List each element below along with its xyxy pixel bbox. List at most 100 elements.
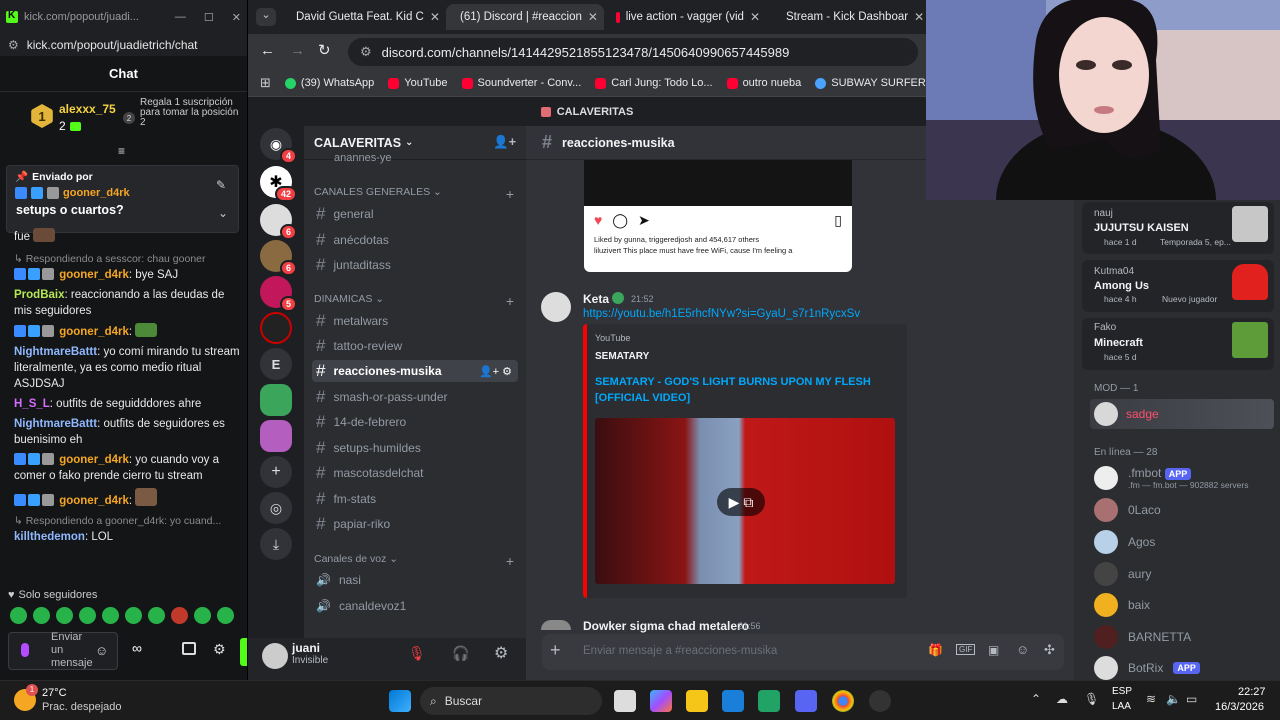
member-row[interactable]: .fmbot APP .fm — fm.bot — 902882 servers bbox=[1094, 466, 1274, 490]
address-bar[interactable]: ⚙ discord.com/channels/14144295218551234… bbox=[348, 38, 918, 66]
voice-channel-canaldevoz1[interactable]: 🔊 canaldevoz1 bbox=[312, 595, 518, 617]
pinned-message[interactable]: 📌 Enviado por gooner_d4rk setups o cuart… bbox=[6, 165, 239, 233]
mute-icon[interactable]: 🎙 bbox=[408, 645, 426, 662]
language-top[interactable]: ESP bbox=[1112, 686, 1132, 697]
channel-tattoo-review[interactable]: # tattoo-review bbox=[312, 335, 518, 357]
channel-juntaditass[interactable]: # juntaditass bbox=[312, 254, 518, 276]
bookmark-youtube[interactable]: YouTube bbox=[388, 77, 448, 89]
wifi-icon[interactable]: ≋ bbox=[1146, 692, 1156, 706]
minimize-icon[interactable]: — bbox=[175, 11, 186, 24]
channel-reacciones-musika[interactable]: # reacciones-musika 👤+ ⚙ bbox=[312, 360, 518, 382]
invite-icon[interactable]: 👤+ bbox=[493, 135, 516, 150]
emote-icon[interactable] bbox=[125, 607, 142, 624]
file-explorer-icon[interactable] bbox=[686, 690, 708, 712]
unpin-icon[interactable]: ✎ bbox=[216, 178, 226, 192]
avatar[interactable] bbox=[541, 620, 571, 630]
close-tab-icon[interactable]: ✕ bbox=[750, 10, 760, 24]
server-icon[interactable]: ✱ 42 bbox=[260, 166, 297, 202]
message-author[interactable]: Keta bbox=[583, 292, 609, 306]
server-icon[interactable]: 5 bbox=[260, 276, 297, 312]
activity-card[interactable]: Kutma04 Among Us hace 4 h Nuevo jugador bbox=[1082, 260, 1274, 312]
windows-start-icon[interactable] bbox=[389, 690, 411, 712]
user-settings-icon[interactable]: ⚙ bbox=[494, 643, 508, 663]
obs-icon[interactable] bbox=[869, 690, 891, 712]
back-icon[interactable]: ← bbox=[260, 42, 275, 59]
add-server-icon[interactable]: + bbox=[260, 456, 292, 488]
chrome-icon[interactable] bbox=[832, 690, 854, 712]
server-icon[interactable] bbox=[260, 420, 292, 452]
volume-icon[interactable]: 🔈 bbox=[1166, 692, 1181, 706]
tab-kick-dashboard[interactable]: Stream - Kick Dashboar ✕ bbox=[772, 4, 926, 30]
tray-app-icon[interactable]: ☁ bbox=[1056, 692, 1068, 706]
kick-url-bar[interactable]: ⚙ kick.com/popout/juadietrich/chat bbox=[0, 34, 247, 56]
server-icon[interactable]: 6 bbox=[260, 240, 297, 276]
category-general[interactable]: CANALES GENERALES ⌄ + bbox=[314, 186, 514, 202]
microphone-icon[interactable] bbox=[21, 643, 29, 657]
maximize-icon[interactable]: ☐ bbox=[204, 11, 214, 24]
channel-14-de-febrero[interactable]: #14-de-febrero bbox=[312, 411, 518, 433]
headphones-icon[interactable]: 🎧 bbox=[452, 645, 469, 662]
channel-general[interactable]: # general bbox=[312, 203, 518, 225]
battery-icon[interactable]: ▭ bbox=[1186, 692, 1197, 706]
play-icon[interactable]: ▶ ⧉ bbox=[717, 488, 765, 516]
attachment-image[interactable]: ♥ ◯ ➤ ▯ Liked by gunna, triggeredjosh an… bbox=[584, 160, 852, 272]
bookmark-whatsapp[interactable]: (39) WhatsApp bbox=[284, 77, 374, 89]
member-row[interactable]: baix bbox=[1094, 593, 1274, 617]
task-view-icon[interactable] bbox=[614, 690, 636, 712]
activity-card[interactable]: nauj JUJUTSU KAISEN hace 1 d Temporada 5… bbox=[1082, 202, 1274, 254]
server-icon[interactable] bbox=[260, 384, 292, 416]
message-author[interactable]: Dowker sigma chad metalero bbox=[583, 619, 749, 633]
category-dinamicas[interactable]: DINAMICAS ⌄ + bbox=[314, 293, 514, 309]
channel-mascotasdelchat[interactable]: # mascotasdelchat bbox=[312, 462, 518, 484]
close-icon[interactable]: ✕ bbox=[232, 11, 241, 24]
kick-chat-input[interactable]: Enviar un mensaje ☺ bbox=[8, 631, 118, 670]
video-thumbnail[interactable]: ▶ ⧉ bbox=[595, 418, 895, 584]
emote-icon[interactable] bbox=[171, 607, 188, 624]
language-bottom[interactable]: LAA bbox=[1112, 701, 1131, 712]
send-button[interactable] bbox=[240, 638, 247, 666]
category-voice[interactable]: Canales de voz ⌄ + bbox=[314, 553, 514, 569]
discord-icon[interactable] bbox=[795, 690, 817, 712]
chat-username[interactable]: gooner_d4rk bbox=[59, 454, 129, 466]
apps-icon[interactable]: ✣ bbox=[1044, 642, 1055, 658]
top-gifter-name[interactable]: alexxx_75 bbox=[59, 102, 116, 116]
add-attachment-icon[interactable]: + bbox=[550, 640, 561, 661]
emote-icon[interactable] bbox=[56, 607, 73, 624]
chat-username[interactable]: killthedemon bbox=[14, 531, 85, 543]
emote-icon[interactable] bbox=[102, 607, 119, 624]
gift-icon[interactable]: 🎁 bbox=[928, 643, 943, 657]
tab-discord[interactable]: (61) Discord | #reaccion ✕ bbox=[446, 4, 604, 30]
emoji-icon[interactable]: ☺ bbox=[1016, 642, 1029, 657]
voice-channel-nasi[interactable]: 🔊 nasi bbox=[312, 569, 518, 591]
close-tab-icon[interactable]: ✕ bbox=[430, 10, 440, 24]
channel-smash-or-pass[interactable]: # smash-or-pass-under bbox=[312, 386, 518, 408]
emote-icon[interactable] bbox=[33, 607, 50, 624]
store-icon[interactable] bbox=[182, 642, 196, 655]
tab-david-guetta[interactable]: David Guetta Feat. Kid C ✕ bbox=[282, 4, 442, 30]
discord-home-icon[interactable]: ◉ 4 bbox=[260, 128, 297, 164]
clock-time[interactable]: 22:27 bbox=[1238, 686, 1266, 698]
settings-gear-icon[interactable]: ⚙ bbox=[213, 641, 226, 658]
weather-desc[interactable]: Prac. despejado bbox=[42, 701, 122, 713]
bookmark-soundverter[interactable]: Soundverter - Conv... bbox=[461, 77, 581, 89]
channel-anecdotas[interactable]: # anécdotas bbox=[312, 229, 518, 251]
chat-username[interactable]: gooner_d4rk bbox=[59, 269, 129, 281]
clock-date[interactable]: 16/3/2026 bbox=[1215, 701, 1264, 713]
taskbar-search[interactable]: ⌕ Buscar bbox=[420, 687, 602, 715]
bookmark-carl-jung[interactable]: Carl Jung: Todo Lo... bbox=[595, 77, 713, 89]
member-row[interactable]: sadge bbox=[1090, 399, 1274, 429]
member-row[interactable]: BARNETTA bbox=[1094, 625, 1274, 649]
server-icon[interactable]: E bbox=[260, 348, 292, 380]
close-tab-icon[interactable]: ✕ bbox=[588, 10, 598, 24]
embed-title[interactable]: SEMATARY - GOD'S LIGHT BURNS UPON MY FLE… bbox=[595, 374, 895, 406]
server-icon[interactable] bbox=[260, 312, 292, 344]
weather-temp[interactable]: 27°C bbox=[42, 687, 67, 699]
avatar[interactable] bbox=[262, 643, 288, 669]
chat-username[interactable]: NightmareBattt bbox=[14, 418, 97, 430]
emote-icon[interactable] bbox=[194, 607, 211, 624]
chevron-up-icon[interactable]: ⌃ bbox=[1031, 692, 1041, 706]
chat-username[interactable]: gooner_d4rk bbox=[59, 495, 129, 507]
embed-author[interactable]: SEMATARY bbox=[595, 351, 649, 362]
tab-live-action[interactable]: live action - vagger (vid ✕ bbox=[608, 4, 768, 30]
channel-papiar-riko[interactable]: # papiar-riko bbox=[312, 513, 518, 535]
